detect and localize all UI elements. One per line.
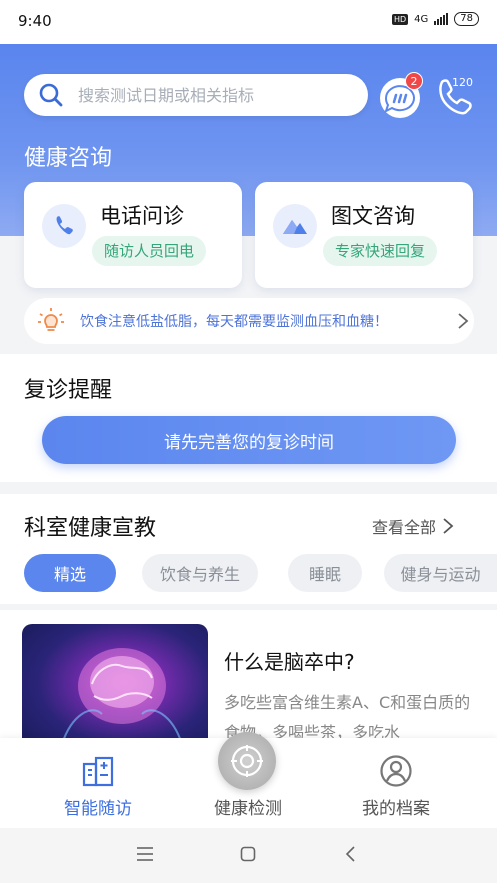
tip-text: 饮食注意低盐低脂，每天都需要监测血压和血糖！ (80, 314, 388, 330)
education-title: 科室健康宣教 (24, 516, 157, 541)
profile-icon (380, 755, 412, 787)
article-title[interactable]: 什么是脑卒中? (224, 646, 355, 675)
mountain-image-icon (273, 204, 317, 248)
nav-label: 健康检测 (214, 799, 282, 819)
search-box[interactable] (24, 74, 368, 116)
nav-label: 我的档案 (362, 799, 430, 819)
brain-illustration-icon (61, 648, 183, 745)
phone-consult-card[interactable]: 电话问诊 随访人员回电 (24, 182, 242, 288)
card-subtitle: 专家快速回复 (323, 236, 438, 266)
detect-icon (231, 745, 263, 777)
status-time: 9:40 (18, 12, 52, 30)
detect-button[interactable] (218, 732, 276, 790)
chip-sleep[interactable]: 睡眠 (288, 554, 362, 592)
view-all-link[interactable]: 查看全部 (372, 514, 454, 538)
menu-icon[interactable] (136, 846, 154, 862)
battery-icon: 78 (454, 12, 479, 26)
article-thumbnail[interactable] (22, 624, 208, 754)
chevron-right-icon (443, 518, 454, 534)
view-all-label: 查看全部 (372, 518, 437, 537)
search-icon (39, 83, 63, 107)
nav-smart-followup[interactable]: 智能随访 (28, 738, 168, 828)
status-icons: HD 4G 78 (391, 12, 479, 26)
tip-bar[interactable]: 饮食注意低盐低脂，每天都需要监测血压和血糖！ (24, 298, 474, 344)
text-consult-card[interactable]: 图文咨询 专家快速回复 (255, 182, 473, 288)
home-icon[interactable] (240, 846, 256, 862)
chevron-right-icon (458, 313, 469, 329)
card-title: 电话问诊 (100, 204, 184, 228)
card-title: 图文咨询 (331, 204, 415, 228)
phone-icon (42, 204, 86, 248)
chip-fitness[interactable]: 健身与运动 (384, 554, 497, 592)
back-icon[interactable] (344, 845, 356, 863)
system-nav-bar (0, 828, 497, 883)
message-badge: 2 (405, 72, 423, 90)
nav-label: 智能随访 (64, 799, 132, 819)
chip-featured[interactable]: 精选 (24, 554, 116, 592)
revisit-title: 复诊提醒 (24, 378, 113, 403)
hotline-label: 120 (452, 76, 473, 89)
hospital-icon (82, 756, 114, 787)
lightbulb-icon (38, 308, 64, 331)
set-revisit-time-button[interactable]: 请先完善您的复诊时间 (42, 416, 456, 464)
nav-my-profile[interactable]: 我的档案 (326, 738, 466, 828)
signal-icon (434, 13, 449, 25)
chip-diet[interactable]: 饮食与养生 (142, 554, 258, 592)
card-subtitle: 随访人员回电 (92, 236, 207, 266)
search-input[interactable] (78, 85, 348, 105)
hd-icon: HD (391, 13, 409, 25)
network-label: 4G (414, 13, 429, 25)
health-consult-title: 健康咨询 (24, 146, 113, 171)
